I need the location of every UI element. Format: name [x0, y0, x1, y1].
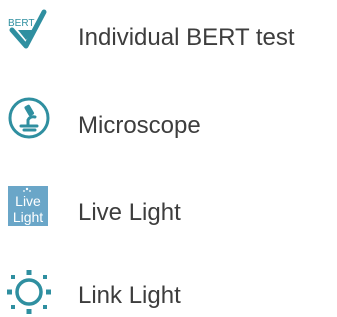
menu-item-live-light[interactable]: Live Light Live Light — [0, 180, 337, 240]
bert-icon-text: BERT — [8, 18, 35, 29]
bert-checkmark-icon: BERT — [6, 6, 54, 54]
microscope-icon — [6, 96, 54, 144]
menu-list: BERT Individual BERT test Microscope Liv… — [0, 0, 337, 317]
menu-item-label: Live Light — [78, 199, 181, 226]
menu-item-label: Link Light — [78, 282, 181, 309]
menu-item-label: Microscope — [78, 112, 201, 139]
light-icon-text: Light — [13, 209, 43, 225]
menu-item-individual-bert-test[interactable]: BERT Individual BERT test — [0, 4, 337, 64]
live-icon-text: Live — [15, 193, 41, 209]
link-light-icon — [6, 270, 54, 317]
live-light-icon: Live Light — [6, 184, 54, 232]
menu-item-link-light[interactable]: Link Light — [0, 266, 337, 317]
menu-item-label: Individual BERT test — [78, 24, 295, 51]
menu-item-microscope[interactable]: Microscope — [0, 94, 337, 154]
